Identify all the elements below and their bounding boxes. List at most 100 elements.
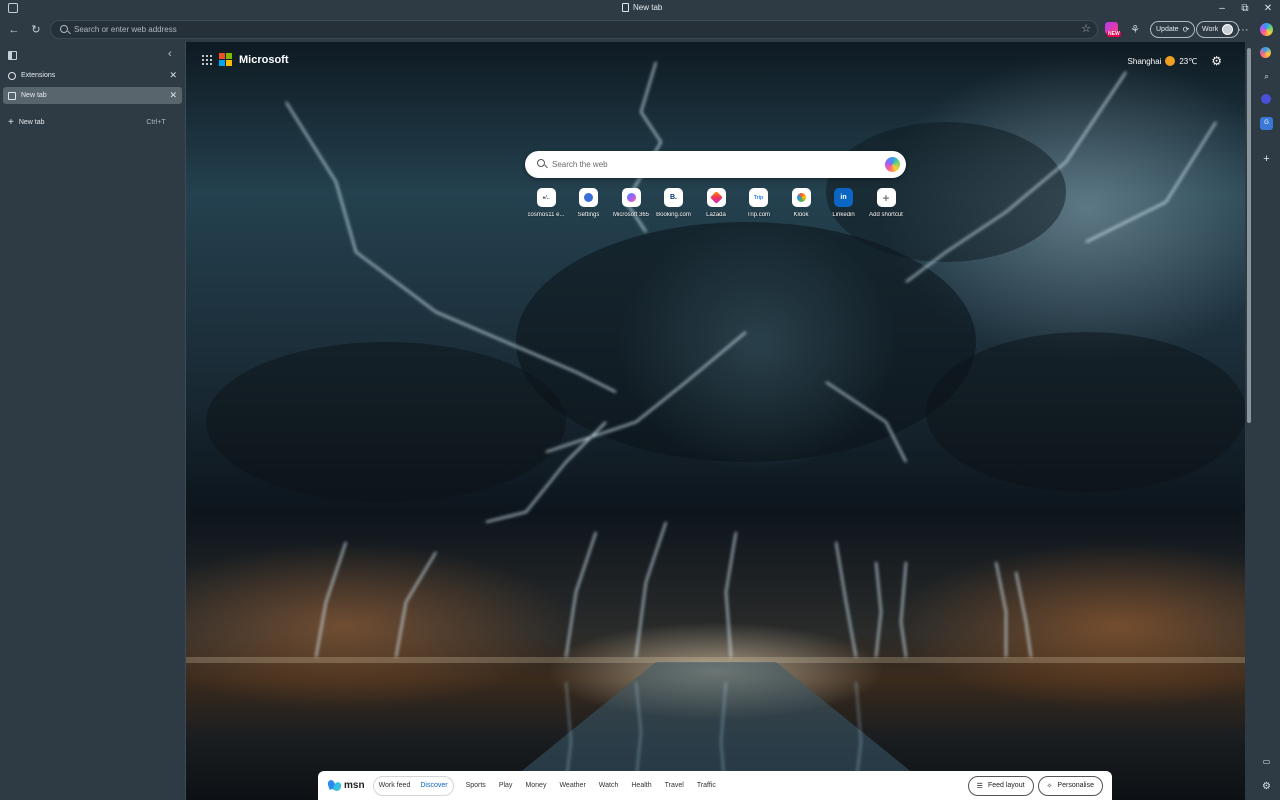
add-icon[interactable]: + bbox=[1260, 153, 1273, 166]
shortcut-label: Trip.com bbox=[746, 212, 771, 218]
window-title: New tab bbox=[622, 3, 662, 12]
new-tab-label: New tab bbox=[18, 119, 45, 126]
copilot-icon[interactable] bbox=[1260, 23, 1273, 36]
screen-cast-icon[interactable]: ▭ bbox=[1260, 755, 1273, 768]
nav-travel[interactable]: Travel bbox=[665, 782, 684, 789]
nav-watch[interactable]: Watch bbox=[599, 782, 619, 789]
title-bar: New tab – ⧉ ✕ bbox=[0, 0, 1280, 18]
add-shortcut-button[interactable]: + Add shortcut bbox=[866, 188, 906, 218]
address-bar[interactable]: ☆ bbox=[50, 20, 1098, 39]
close-tab-button[interactable]: ✕ bbox=[169, 70, 177, 81]
tab-label: Extensions bbox=[21, 72, 56, 79]
sparkle-icon: ✧ bbox=[1046, 782, 1053, 790]
restore-button[interactable]: ⧉ bbox=[1237, 2, 1253, 16]
brand-name: Microsoft bbox=[239, 53, 289, 66]
nav-weather[interactable]: Weather bbox=[559, 782, 585, 789]
translate-icon[interactable]: G bbox=[1260, 117, 1273, 130]
new-tab-page: Microsoft Shanghai 23℃ ⚙ ●/.. cosmos11 e… bbox=[186, 42, 1245, 800]
plus-icon: + bbox=[8, 117, 14, 128]
back-button[interactable]: ← bbox=[6, 22, 22, 38]
sun-icon bbox=[1165, 56, 1176, 66]
trip-icon: Trip bbox=[749, 188, 768, 207]
new-badge-label: NEW bbox=[1107, 31, 1121, 37]
microsoft-logo-icon bbox=[219, 53, 232, 66]
tab-label: New tab bbox=[21, 92, 47, 99]
msn-actions: ☰ Feed layout ✧ Personalise bbox=[967, 775, 1103, 796]
copilot-icon[interactable] bbox=[885, 157, 900, 172]
profile-button[interactable]: Work bbox=[1196, 21, 1240, 38]
nav-money[interactable]: Money bbox=[525, 782, 546, 789]
new-feature-badge[interactable]: NEW bbox=[1105, 22, 1121, 38]
nav-traffic[interactable]: Traffic bbox=[697, 782, 716, 789]
settings-icon bbox=[579, 188, 598, 207]
linkedin-icon: in bbox=[834, 188, 853, 207]
tab-new-tab[interactable]: New tab ✕ bbox=[3, 87, 182, 104]
add-icon: + bbox=[876, 188, 896, 207]
shortcut-cosmos[interactable]: ●/.. cosmos11 e... bbox=[526, 188, 566, 218]
close-window-button[interactable]: ✕ bbox=[1260, 2, 1276, 16]
search-icon[interactable]: ⌕ bbox=[1260, 70, 1273, 83]
klook-icon bbox=[791, 188, 811, 207]
sliders-icon: ☰ bbox=[976, 782, 983, 790]
page-icon bbox=[622, 3, 629, 12]
search-icon bbox=[537, 159, 545, 167]
msn-logo[interactable]: msn bbox=[326, 778, 365, 792]
cosmos-icon: ●/.. bbox=[536, 188, 556, 207]
update-icon: ⟳ bbox=[1182, 25, 1190, 34]
new-tab-button[interactable]: + New tab Ctrl+T bbox=[3, 114, 182, 131]
refresh-button[interactable]: ↻ bbox=[28, 22, 44, 38]
tab-discover[interactable]: Discover bbox=[420, 782, 447, 789]
shortcut-lazada[interactable]: Lazada bbox=[696, 188, 736, 218]
m365-icon[interactable] bbox=[1261, 94, 1271, 104]
profile-label: Work bbox=[1202, 26, 1219, 33]
weather-widget[interactable]: Shanghai 23℃ ⚙ bbox=[1128, 54, 1222, 68]
vertical-tabs-sidebar: ‹ Extensions ✕ New tab ✕ + New tab Ctrl+… bbox=[0, 42, 186, 800]
sidebar-settings-icon[interactable]: ⚙ bbox=[1260, 780, 1273, 793]
scrollbar-thumb[interactable] bbox=[1247, 48, 1251, 423]
shortcut-booking[interactable]: B. Booking.com bbox=[654, 188, 694, 218]
update-button[interactable]: Update ⟳ bbox=[1150, 21, 1196, 38]
weather-city: Shanghai bbox=[1127, 56, 1162, 66]
web-search-box[interactable] bbox=[525, 151, 906, 178]
web-search-input[interactable] bbox=[552, 158, 872, 171]
close-tab-button[interactable]: ✕ bbox=[169, 90, 177, 101]
shortcut-label: Add shortcut bbox=[869, 212, 903, 218]
shortcut-linkedin[interactable]: in Linkedin bbox=[824, 188, 864, 218]
more-menu-button[interactable]: ··· bbox=[1235, 22, 1251, 38]
search-icon bbox=[60, 25, 68, 33]
msn-wordmark: msn bbox=[344, 780, 365, 791]
window-title-text: New tab bbox=[633, 3, 663, 12]
microsoft-365-icon bbox=[621, 188, 641, 207]
shortcut-label: Lazada bbox=[706, 212, 726, 218]
shortcut-label: Linkedin bbox=[832, 212, 855, 218]
shortcut-settings[interactable]: Settings bbox=[569, 188, 609, 218]
page-settings-button[interactable]: ⚙ bbox=[1211, 54, 1222, 68]
shortcut-trip[interactable]: Trip Trip.com bbox=[739, 188, 779, 218]
app-launcher-icon[interactable] bbox=[202, 54, 212, 65]
nav-sports[interactable]: Sports bbox=[466, 782, 486, 789]
tab-work-feed[interactable]: Work feed bbox=[379, 782, 411, 789]
minimize-button[interactable]: – bbox=[1214, 2, 1230, 16]
favorite-star-icon[interactable]: ☆ bbox=[1081, 23, 1091, 36]
new-tab-shortcut: Ctrl+T bbox=[146, 119, 166, 126]
quick-links: ●/.. cosmos11 e... Settings Microsoft 36… bbox=[526, 188, 906, 218]
tab-actions-icon[interactable] bbox=[8, 51, 17, 60]
copilot-secondary-icon[interactable] bbox=[1260, 47, 1271, 58]
page-scrollbar[interactable] bbox=[1245, 42, 1253, 800]
tab-extensions[interactable]: Extensions ✕ bbox=[3, 67, 182, 84]
workspaces-icon[interactable] bbox=[8, 3, 18, 13]
update-label: Update bbox=[1156, 26, 1179, 33]
shortcut-microsoft-365[interactable]: Microsoft 365 bbox=[611, 188, 651, 218]
extensions-tab-icon bbox=[8, 71, 16, 80]
personalise-button[interactable]: ✧ Personalise bbox=[1037, 775, 1103, 796]
shortcut-klook[interactable]: Klook bbox=[781, 188, 821, 218]
personalise-label: Personalise bbox=[1057, 782, 1094, 789]
extensions-icon[interactable]: ⚘ bbox=[1127, 22, 1143, 38]
collapse-sidebar-button[interactable]: ‹ bbox=[168, 48, 172, 60]
nav-play[interactable]: Play bbox=[499, 782, 513, 789]
avatar bbox=[1222, 24, 1234, 35]
nav-health[interactable]: Health bbox=[631, 782, 651, 789]
booking-icon: B. bbox=[664, 188, 683, 207]
feed-layout-button[interactable]: ☰ Feed layout bbox=[967, 775, 1034, 796]
address-input[interactable] bbox=[74, 23, 1054, 36]
